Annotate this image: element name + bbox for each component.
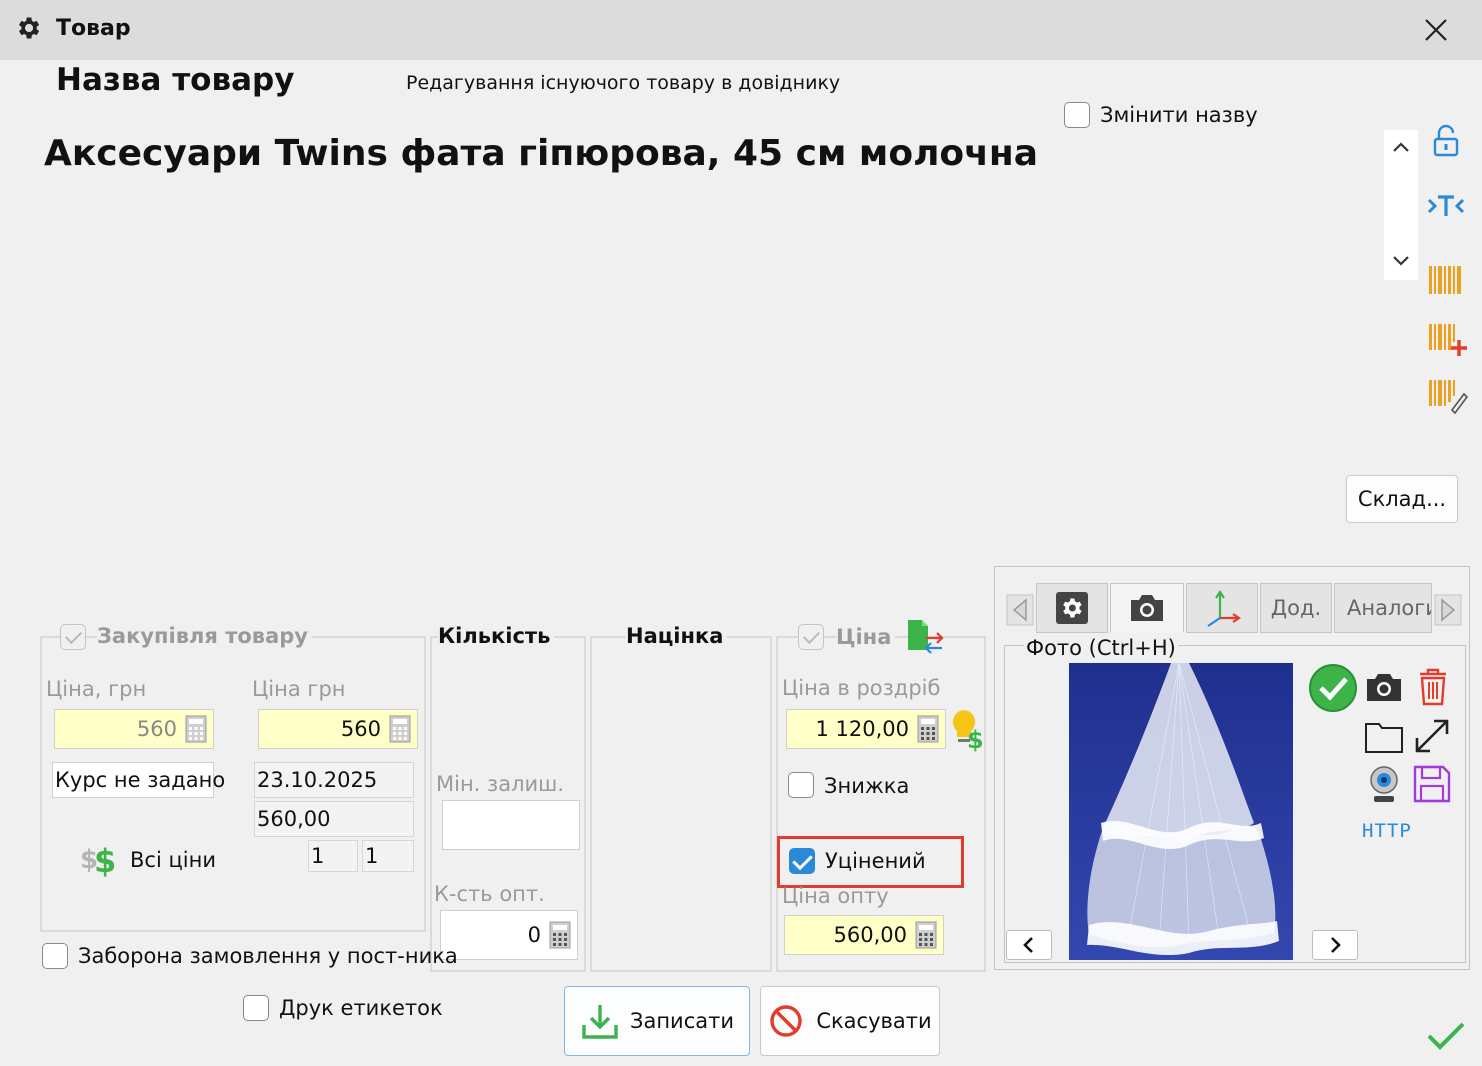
- delete-photo-icon[interactable]: [1416, 666, 1450, 706]
- confirm-photo-icon[interactable]: [1308, 663, 1358, 713]
- print-labels-label: Друк етикеток: [279, 996, 443, 1020]
- save-photo-icon[interactable]: [1412, 764, 1452, 804]
- page-subtitle: Редагування існуючого товару в довіднику: [406, 72, 841, 94]
- download-icon: [582, 1005, 618, 1039]
- tab-photo[interactable]: [1110, 583, 1184, 633]
- barcode-edit-icon[interactable]: [1428, 378, 1468, 414]
- date-field[interactable]: 23.10.2025: [254, 762, 414, 798]
- title-bar: Товар: [0, 0, 1482, 60]
- next-photo-button[interactable]: [1312, 930, 1358, 960]
- print-labels-checkbox[interactable]: [243, 995, 269, 1021]
- tab-additional[interactable]: Дод.: [1260, 583, 1332, 633]
- min-stock-label: Мін. залиш.: [436, 772, 565, 796]
- take-photo-icon[interactable]: [1364, 670, 1404, 704]
- wholesale-price-field[interactable]: 560,00: [784, 915, 944, 955]
- purchase-title: Закупівля товару: [97, 624, 312, 648]
- checkmark-icon: [1427, 1022, 1465, 1050]
- tab-dimensions[interactable]: [1186, 583, 1258, 633]
- calculator-icon[interactable]: [915, 921, 937, 949]
- barcode-icon[interactable]: [1428, 264, 1464, 296]
- retail-price-field[interactable]: 1 120,00: [786, 709, 946, 749]
- discount-label: Знижка: [824, 774, 910, 798]
- tab-settings[interactable]: [1036, 583, 1108, 633]
- no-order-checkbox[interactable]: [42, 943, 68, 969]
- tab-analogs[interactable]: Аналоги: [1334, 583, 1432, 633]
- price-tip-icon[interactable]: $: [950, 708, 988, 752]
- http-link[interactable]: HTTP: [1362, 820, 1412, 842]
- expand-icon[interactable]: [1412, 716, 1452, 756]
- name-scrollbar[interactable]: [1384, 130, 1418, 280]
- close-icon[interactable]: [1420, 14, 1452, 46]
- tab-scroll-right-icon[interactable]: [1434, 594, 1462, 626]
- all-prices-link[interactable]: Всі ціни: [130, 848, 216, 872]
- cancel-icon: [770, 1005, 803, 1037]
- cancel-button[interactable]: Скасувати: [760, 986, 940, 1056]
- retail-price-label: Ціна в роздріб: [782, 676, 941, 700]
- calculator-icon[interactable]: [185, 715, 207, 743]
- markup-title: Націнка: [626, 624, 728, 648]
- page-title: Назва товару: [56, 62, 295, 98]
- count-a-field[interactable]: 1: [308, 840, 358, 872]
- svg-text:$: $: [967, 726, 984, 752]
- chevron-right-icon: [1331, 937, 1341, 953]
- price-uah-label: Ціна, грн: [46, 677, 147, 701]
- price-export-icon[interactable]: [906, 618, 944, 654]
- calculator-icon[interactable]: [389, 715, 411, 743]
- webcam-icon[interactable]: [1366, 764, 1402, 806]
- min-stock-field[interactable]: [442, 800, 580, 850]
- svg-text:$: $: [94, 842, 116, 878]
- save-button[interactable]: Записати: [564, 986, 750, 1056]
- photo-caption: Фото (Ctrl+H): [1024, 636, 1178, 660]
- rename-checkbox[interactable]: [1064, 102, 1090, 128]
- discounted-checkbox[interactable]: [789, 848, 815, 874]
- product-name: Аксесуари Twins фата гіпюрова, 45 см мол…: [44, 133, 1039, 174]
- price-checkbox[interactable]: [798, 624, 824, 650]
- rate-field[interactable]: Курс не задано: [52, 762, 225, 798]
- markup-group: [590, 636, 772, 972]
- tab-scroll-left-icon[interactable]: [1006, 594, 1034, 626]
- count-b-field[interactable]: 1: [362, 840, 414, 872]
- wholesale-qty-field[interactable]: 0: [440, 910, 578, 960]
- gear-icon: [19, 17, 40, 39]
- price-field[interactable]: 560: [258, 709, 418, 749]
- rename-label: Змінити назву: [1100, 103, 1258, 127]
- camera-icon: [1131, 595, 1163, 621]
- price-title: Ціна: [836, 625, 896, 649]
- product-photo: [1069, 663, 1293, 960]
- purchase-checkbox[interactable]: [60, 624, 86, 650]
- unlock-icon[interactable]: [1430, 124, 1462, 158]
- chevron-down-icon[interactable]: [1392, 254, 1410, 268]
- stock-button[interactable]: Склад...: [1346, 475, 1458, 523]
- discount-checkbox[interactable]: [788, 772, 814, 798]
- discounted-label: Уцінений: [825, 849, 926, 873]
- merge-icon[interactable]: [1426, 192, 1466, 220]
- price-label: Ціна грн: [252, 677, 346, 701]
- settings-icon: [1056, 592, 1088, 624]
- calculator-icon[interactable]: [917, 715, 939, 743]
- calculator-icon[interactable]: [549, 921, 571, 949]
- chevron-left-icon: [1023, 937, 1033, 953]
- barcode-add-icon[interactable]: [1428, 322, 1468, 358]
- quantity-title: Кількість: [438, 624, 555, 648]
- amount-field[interactable]: 560,00: [254, 801, 414, 837]
- prev-photo-button[interactable]: [1006, 930, 1052, 960]
- no-order-label: Заборона замовлення у пост-ника: [78, 944, 458, 968]
- all-prices-icon: $ $: [80, 842, 116, 878]
- chevron-up-icon[interactable]: [1392, 140, 1410, 154]
- axes-icon: [1207, 590, 1241, 627]
- wholesale-qty-label: К-сть опт.: [434, 882, 545, 906]
- wholesale-price-label: Ціна опту: [782, 884, 889, 908]
- price-uah-field[interactable]: 560: [54, 709, 214, 749]
- folder-icon[interactable]: [1364, 718, 1404, 754]
- window-title: Товар: [56, 16, 131, 41]
